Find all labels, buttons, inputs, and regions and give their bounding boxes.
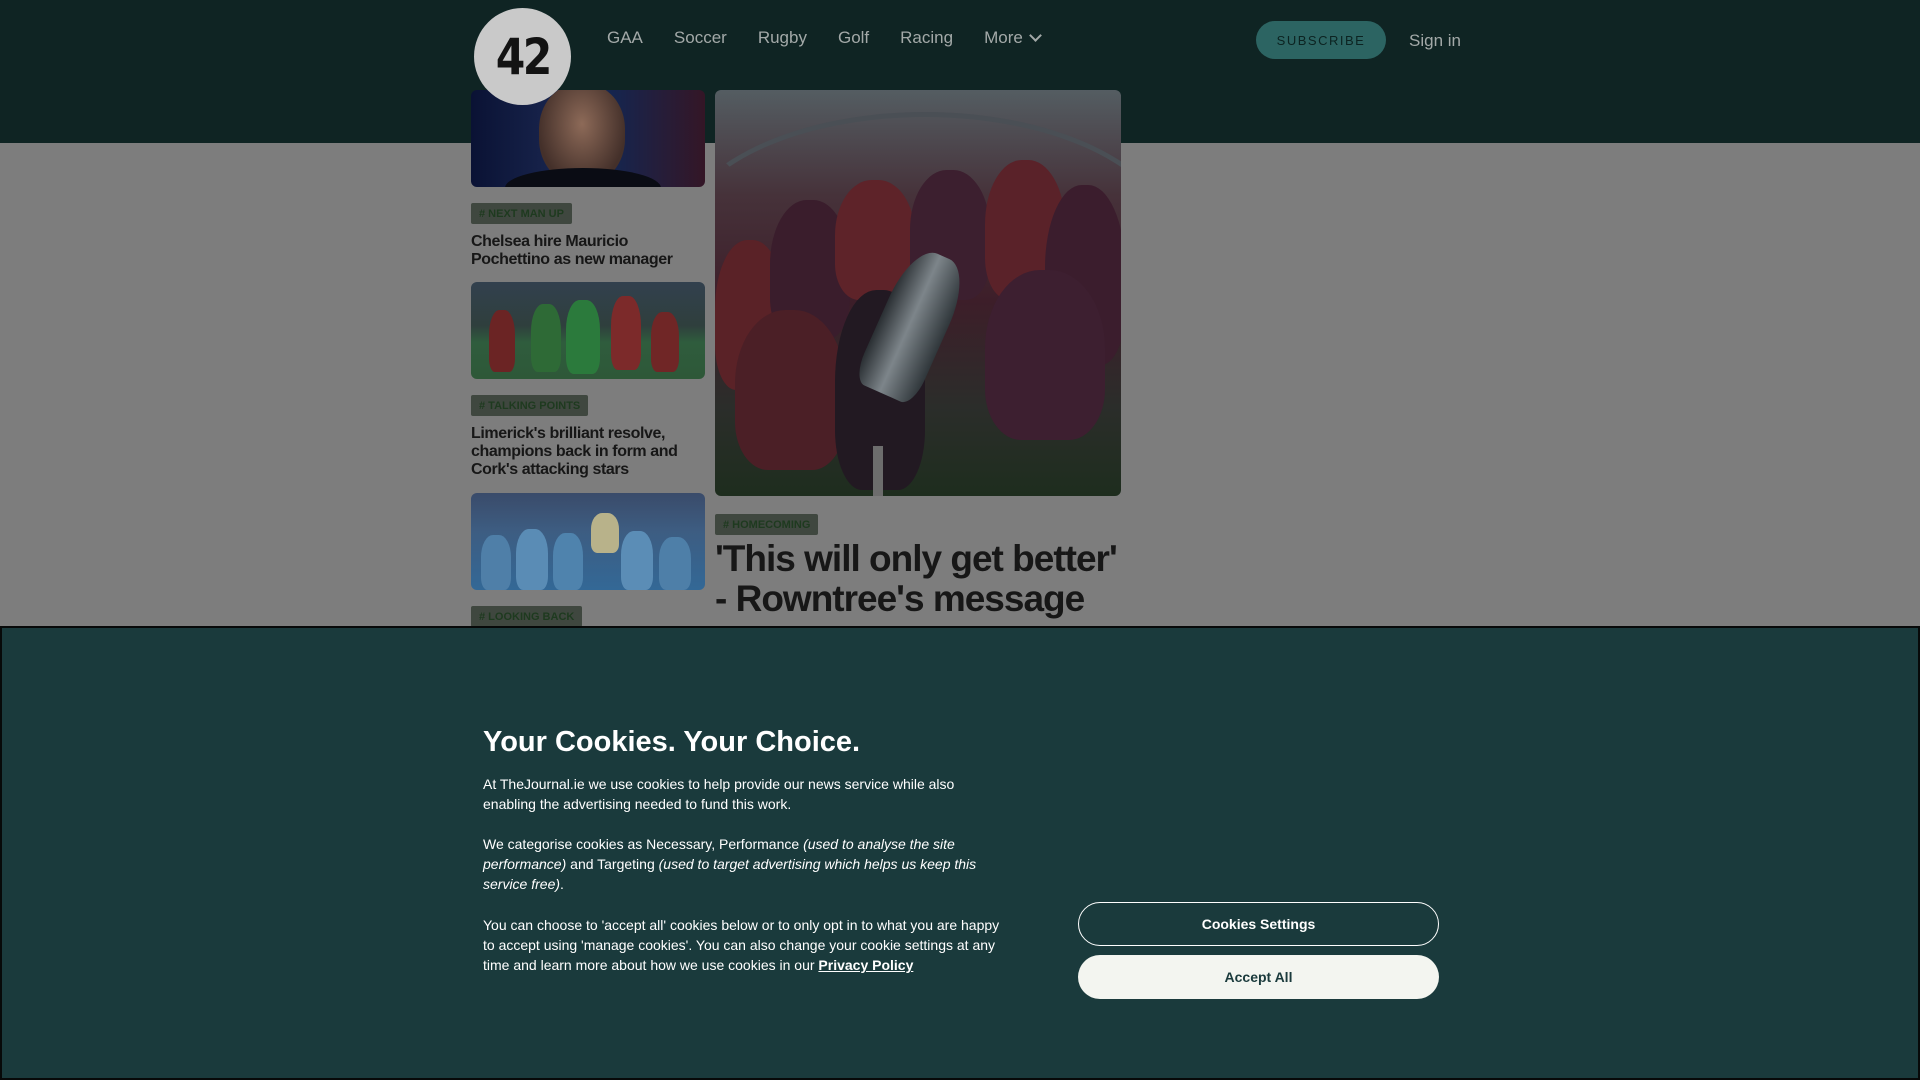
cookie-banner: Your Cookies. Your Choice. At TheJournal…: [0, 626, 1920, 1080]
cookie-text-segment: .: [560, 876, 564, 892]
thumbnail-figure: [659, 537, 691, 590]
main-nav: GAA Soccer Rugby Golf Racing More: [607, 28, 1042, 48]
cookie-text-segment: You can choose to 'accept all' cookies b…: [483, 917, 1000, 973]
cookie-text-segment: We categorise cookies as Necessary, Perf…: [483, 836, 804, 852]
cookie-paragraph-categories: We categorise cookies as Necessary, Perf…: [483, 834, 1003, 894]
nav-more[interactable]: More: [984, 28, 1042, 48]
thumbnail-figure: [553, 533, 583, 590]
hero-tag[interactable]: # HOMECOMING: [715, 514, 819, 535]
article-tag[interactable]: # TALKING POINTS: [471, 395, 589, 416]
signin-link[interactable]: Sign in: [1409, 31, 1461, 51]
thumbnail-figure: [531, 304, 561, 372]
player-figure: [735, 310, 845, 470]
hero-image[interactable]: [715, 90, 1121, 496]
thumbnail-figure: [621, 531, 653, 590]
thumbnail-figure: [516, 529, 548, 590]
cookie-paragraph-choice: You can choose to 'accept all' cookies b…: [483, 915, 1003, 975]
subscribe-button[interactable]: SUBSCRIBE: [1256, 21, 1386, 59]
thumbnail-figure: [481, 535, 511, 590]
article-headline[interactable]: Chelsea hire Mauricio Pochettino as new …: [471, 233, 706, 269]
nav-golf[interactable]: Golf: [838, 28, 869, 48]
cookies-settings-button[interactable]: Cookies Settings: [1078, 902, 1439, 946]
pitch-line: [873, 446, 883, 496]
article-thumbnail-trophy-celebration[interactable]: [471, 493, 705, 590]
site-logo[interactable]: 42: [474, 8, 571, 105]
thumbnail-figure: [489, 310, 515, 372]
article-thumbnail-pochettino[interactable]: [471, 90, 705, 187]
nav-racing[interactable]: Racing: [900, 28, 953, 48]
nav-soccer[interactable]: Soccer: [674, 28, 727, 48]
privacy-policy-link[interactable]: Privacy Policy: [818, 957, 913, 973]
nav-more-label: More: [984, 28, 1023, 47]
article-thumbnail-limerick[interactable]: [471, 282, 705, 379]
logo-text: 42: [495, 27, 552, 86]
accept-all-button[interactable]: Accept All: [1078, 955, 1439, 999]
thumbnail-portrait-suit: [505, 168, 661, 187]
nav-rugby[interactable]: Rugby: [758, 28, 807, 48]
trophy-icon: [591, 513, 619, 553]
nav-gaa[interactable]: GAA: [607, 28, 643, 48]
thumbnail-figure: [566, 300, 600, 374]
article-headline[interactable]: Limerick's brilliant resolve, champions …: [471, 425, 706, 479]
cookie-paragraph-intro: At TheJournal.ie we use cookies to help …: [483, 776, 955, 812]
thumbnail-figure: [651, 312, 679, 372]
player-figure: [985, 270, 1105, 440]
thumbnail-figure: [611, 296, 641, 370]
chevron-down-icon: [1028, 29, 1042, 42]
article-tag[interactable]: # LOOKING BACK: [471, 606, 583, 627]
article-tag[interactable]: # NEXT MAN UP: [471, 203, 572, 224]
cookie-title: Your Cookies. Your Choice.: [483, 726, 861, 758]
cookie-text-segment: and Targeting: [566, 856, 659, 872]
